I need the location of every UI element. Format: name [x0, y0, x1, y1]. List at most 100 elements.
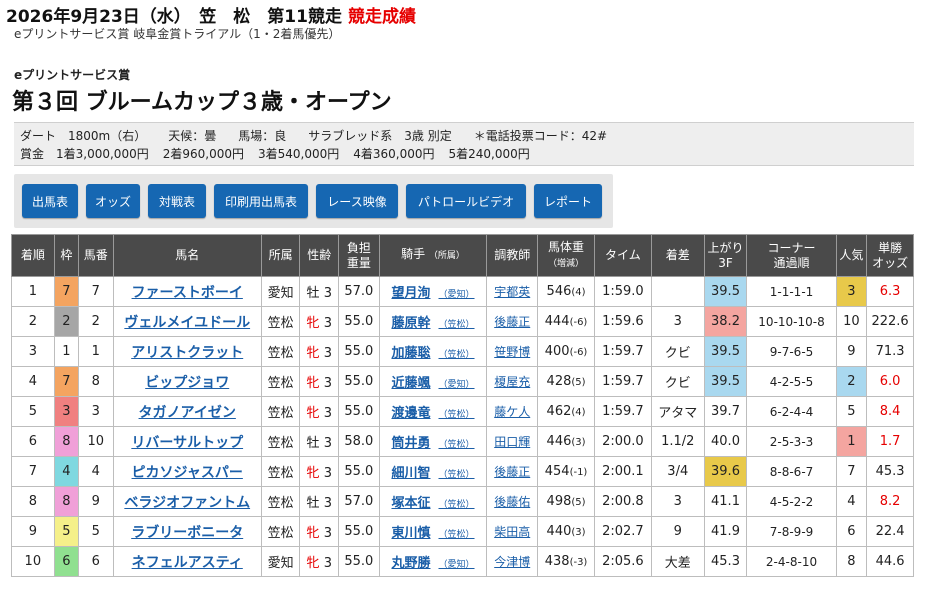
bodyweight-diff: (5) — [571, 497, 586, 508]
affiliation-cell: 笠松 — [260, 486, 301, 517]
horse-name-link[interactable]: ネフェルアスティ — [132, 555, 243, 571]
popularity-cell: 9 — [835, 336, 868, 367]
horse-name-cell: ネフェルアスティ — [112, 546, 262, 577]
race-info-panel: ダート 1800m（右） 天候：曇 馬場：良 サラブレッド系 3歳 別定 ＊電話投票コー… — [14, 122, 914, 166]
margin-cell: クビ — [650, 366, 705, 397]
sex-label: 牡 — [306, 436, 320, 451]
result-row: 9 5 5 ラブリーボニータ 笠松牝 3 55.0 東川慎 （笠松） 柴田高 440(3) 2:02… — [11, 516, 914, 547]
horse-name-link[interactable]: リバーサルトップ — [131, 435, 243, 451]
jockey-link[interactable]: 藤原幹 — [391, 316, 430, 331]
jockey-link[interactable]: 望月洵 — [391, 286, 430, 301]
jockey-belong-link[interactable]: （愛知） — [439, 560, 475, 570]
sex-label: 牝 — [306, 316, 320, 331]
age-label: 3 — [323, 346, 332, 361]
race-video-button[interactable]: レース映像 — [316, 184, 398, 218]
trainer-link[interactable]: 藤ケ人 — [494, 405, 530, 419]
horse-name-link[interactable]: アリストクラット — [131, 345, 243, 361]
odds-cell: 6.3 — [866, 276, 914, 307]
jockey-cell: 塚本征 （笠松） — [378, 486, 488, 517]
rank-cell: 9 — [11, 516, 55, 547]
jockey-link[interactable]: 渡邊竜 — [391, 406, 430, 421]
horse-name-cell: リバーサルトップ — [112, 426, 262, 457]
trainer-link[interactable]: 柴田高 — [494, 525, 530, 539]
frame-cell: 4 — [53, 456, 80, 487]
jockey-link[interactable]: 加藤聡 — [391, 346, 430, 361]
report-button[interactable]: レポート — [534, 184, 602, 218]
odds-cell: 8.2 — [866, 486, 914, 517]
print-entries-button[interactable]: 印刷用出馬表 — [214, 184, 308, 218]
jockey-link[interactable]: 細川智 — [391, 466, 430, 481]
horse-name-cell: タガノアイゼン — [112, 396, 262, 427]
race-header: 2026年9月23日（水） 笠 松 第11競走 競走成績 — [6, 2, 416, 27]
result-row: 6 8 10 リバーサルトップ 笠松牡 3 58.0 筒井勇 （笠松） 田口輝 446(3) 2:0… — [11, 426, 914, 457]
last3f-cell: 39.7 — [703, 396, 748, 427]
jockey-link[interactable]: 筒井勇 — [391, 436, 430, 451]
sex-label: 牡 — [306, 286, 320, 301]
age-label: 3 — [323, 496, 332, 511]
trainer-link[interactable]: 後藤正 — [494, 315, 530, 329]
trainer-cell: 宇都英 — [486, 276, 539, 307]
jockey-belong-link[interactable]: （笠松） — [439, 530, 475, 540]
jockey-belong-link[interactable]: （笠松） — [439, 320, 475, 330]
popularity-cell: 4 — [835, 486, 868, 517]
trainer-link[interactable]: 後藤佑 — [494, 495, 530, 509]
corner-order-cell: 7-8-9-9 — [746, 516, 837, 547]
horse-name-link[interactable]: ラブリーボニータ — [131, 525, 243, 541]
jockey-belong-link[interactable]: （愛知） — [439, 380, 475, 390]
time-cell: 1:59.0 — [593, 276, 652, 307]
trainer-cell: 後藤正 — [486, 456, 539, 487]
frame-cell: 8 — [53, 486, 80, 517]
jockey-link[interactable]: 東川慎 — [391, 526, 430, 541]
trainer-cell: 榎屋充 — [486, 366, 539, 397]
horse-name-link[interactable]: ベラジオファントム — [124, 495, 250, 511]
col-load: 負担 重量 — [338, 234, 380, 277]
trainer-link[interactable]: 笹野博 — [494, 345, 530, 359]
course-info: ダート 1800m（右） — [20, 129, 147, 143]
load-cell: 55.0 — [338, 456, 380, 487]
horse-name-link[interactable]: ファーストボーイ — [132, 285, 243, 301]
horse-name-link[interactable]: ビップジョワ — [145, 375, 229, 391]
odds-button[interactable]: オッズ — [86, 184, 140, 218]
action-button-bar: 出馬表 オッズ 対戦表 印刷用出馬表 レース映像 パトロールビデオ レポート — [14, 174, 613, 228]
odds-cell: 22.4 — [866, 516, 914, 547]
matchup-button[interactable]: 対戦表 — [148, 184, 206, 218]
jockey-cell: 東川慎 （笠松） — [378, 516, 488, 547]
margin-cell: アタマ — [650, 396, 705, 427]
horse-name-link[interactable]: ピカソジャスパー — [132, 465, 243, 481]
jockey-link[interactable]: 塚本征 — [391, 496, 430, 511]
trainer-link[interactable]: 榎屋充 — [494, 375, 530, 389]
jockey-link[interactable]: 近藤颯 — [391, 376, 430, 391]
horse-name-link[interactable]: タガノアイゼン — [139, 405, 236, 421]
bodyweight-value: 446 — [546, 434, 572, 449]
col-odds-line2: オッズ — [872, 255, 909, 270]
col-trainer: 調教師 — [486, 234, 539, 277]
jockey-link[interactable]: 丸野勝 — [391, 556, 430, 571]
affiliation-cell: 笠松 — [260, 516, 301, 547]
trainer-link[interactable]: 後藤正 — [494, 465, 530, 479]
jockey-belong-link[interactable]: （笠松） — [439, 500, 475, 510]
result-row: 4 7 8 ビップジョワ 笠松牝 3 55.0 近藤颯 （愛知） 榎屋充 428(5) 1:59.7… — [11, 366, 914, 397]
horse-name-link[interactable]: ヴェルメイユドール — [124, 315, 250, 331]
time-cell: 2:00.1 — [593, 456, 652, 487]
col-odds: 単勝 オッズ — [866, 234, 914, 277]
sex-label: 牝 — [306, 466, 320, 481]
jockey-belong-link[interactable]: （笠松） — [439, 470, 475, 480]
jockey-belong-link[interactable]: （笠松） — [439, 350, 475, 360]
patrol-video-button[interactable]: パトロールビデオ — [406, 184, 526, 218]
bodyweight-cell: 444(-6) — [537, 306, 595, 337]
load-cell: 57.0 — [338, 276, 380, 307]
jockey-belong-link[interactable]: （笠松） — [439, 440, 475, 450]
bodyweight-value: 400 — [544, 344, 570, 359]
jockey-cell: 筒井勇 （笠松） — [378, 426, 488, 457]
trainer-link[interactable]: 今津博 — [494, 555, 530, 569]
entries-button[interactable]: 出馬表 — [22, 184, 78, 218]
trainer-link[interactable]: 田口輝 — [494, 435, 530, 449]
col-number: 馬番 — [78, 234, 114, 277]
jockey-belong-link[interactable]: （笠松） — [439, 410, 475, 420]
sex-age-cell: 牝 3 — [299, 546, 340, 577]
horse-name-cell: ビップジョワ — [112, 366, 262, 397]
trainer-link[interactable]: 宇都英 — [494, 285, 530, 299]
horse-number-cell: 6 — [78, 546, 114, 577]
jockey-belong-link[interactable]: （愛知） — [439, 290, 475, 300]
race-conditions: ダート 1800m（右） 天候：曇 馬場：良 サラブレッド系 3歳 別定 ＊電話投票コー… — [20, 127, 908, 145]
